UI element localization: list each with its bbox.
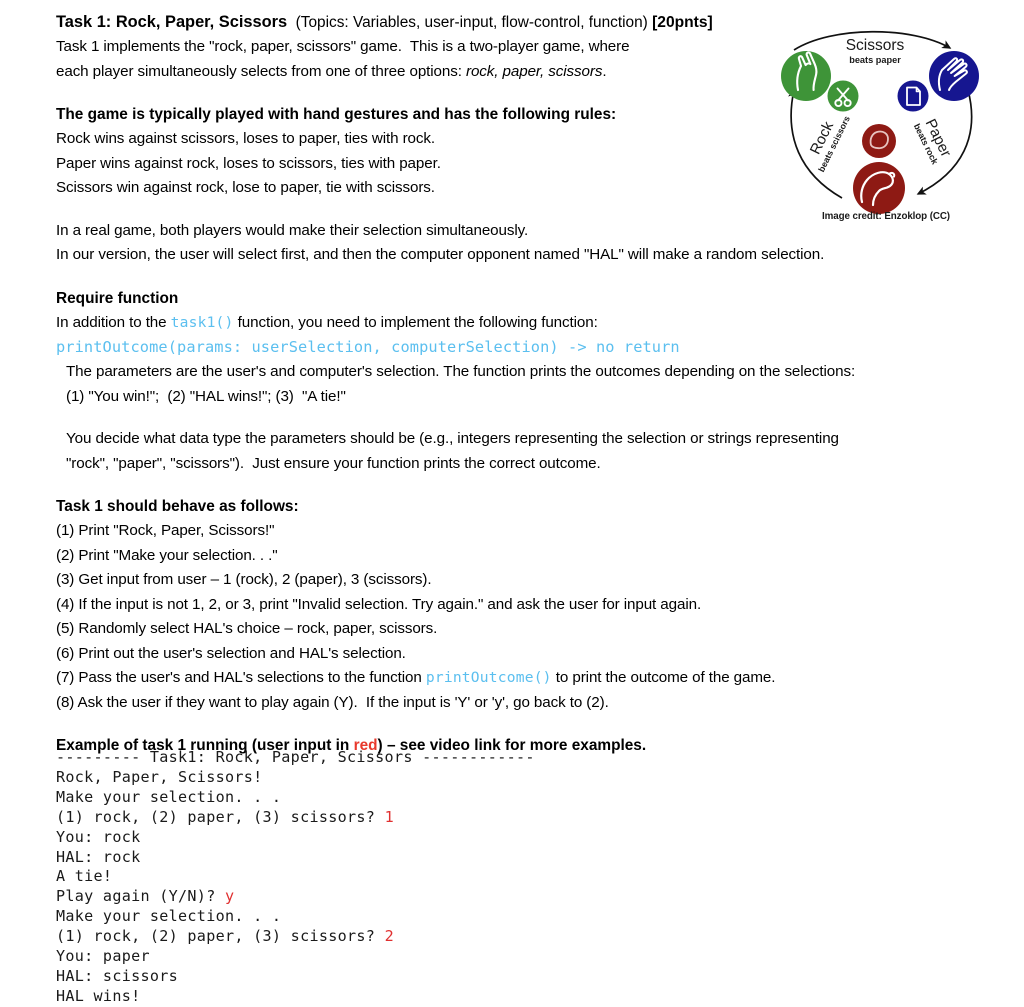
step-7-pre: (7) Pass the user's and HAL's selections… [56, 669, 426, 686]
rock-small-circle [862, 124, 896, 158]
rock-paper-scissors-diagram: Scissors beats paper Rock beats scissors… [772, 28, 1000, 233]
step-7: (7) Pass the user's and HAL's selections… [56, 666, 996, 691]
console-text: HAL wins! [56, 986, 141, 1005]
datatype-note-line-1: You decide what data type the parameters… [66, 430, 839, 447]
console-text: (1) rock, (2) paper, (3) scissors? [56, 927, 385, 946]
console-line: You: rock [56, 828, 656, 848]
console-text: (1) rock, (2) paper, (3) scissors? [56, 807, 385, 826]
console-line: --------- Task1: Rock, Paper, Scissors -… [56, 748, 656, 768]
step-4: (4) If the input is not 1, 2, or 3, prin… [56, 595, 702, 613]
step-5: (5) Randomly select HAL's choice – rock,… [56, 620, 438, 637]
console-line: Play again (Y/N)? y [56, 887, 656, 907]
step-2: (2) Print "Make your selection. . ." [56, 546, 278, 564]
title-main-text: Task 1: Rock, Paper, Scissors [56, 13, 288, 31]
intro-line-2-text: each player simultaneously selects from … [56, 62, 466, 80]
printoutcome-signature: printOutcome(params: userSelection, comp… [56, 338, 680, 356]
console-line: (1) rock, (2) paper, (3) scissors? 1 [56, 808, 656, 828]
require-function-heading: Require function [56, 289, 179, 307]
require-function-line: In addition to the task1() function, you… [56, 311, 996, 336]
console-text: Make your selection. . . [56, 787, 282, 806]
console-text: You: paper [56, 947, 150, 966]
paper-hand-circle [929, 51, 979, 101]
printoutcome-code-inline: printOutcome() [425, 669, 552, 686]
rock-hand-circle [853, 162, 905, 214]
intro-options-tail: . [602, 62, 607, 80]
document-page: Task 1: Rock, Paper, Scissors (Topics: V… [0, 0, 1024, 1005]
console-text: HAL: scissors [56, 966, 179, 985]
behavior-heading: Task 1 should behave as follows: [56, 498, 299, 515]
label-scissors-main: Scissors [846, 37, 905, 54]
console-line: A tie! [56, 867, 656, 887]
paper-sheet-circle [897, 80, 929, 112]
scissors-hand-circle [781, 51, 831, 101]
console-text: You: rock [56, 827, 141, 846]
step-8: (8) Ask the user if they want to play ag… [56, 693, 609, 711]
console-output: --------- Task1: Rock, Paper, Scissors -… [56, 748, 656, 1007]
real-game-line-2: In our version, the user will select fir… [56, 246, 825, 263]
image-credit: Image credit: Enzoklop (CC) [822, 211, 950, 222]
console-line: (1) rock, (2) paper, (3) scissors? 2 [56, 927, 656, 947]
params-description: The parameters are the user's and comput… [66, 363, 856, 380]
console-line: You: paper [56, 947, 656, 967]
console-text: Make your selection. . . [56, 907, 282, 926]
console-line: HAL wins! [56, 987, 656, 1007]
console-user-input: 1 [384, 807, 394, 826]
console-text: HAL: rock [56, 847, 141, 866]
console-text: Play again (Y/N)? [56, 887, 225, 906]
step-3: (3) Get input from user – 1 (rock), 2 (p… [56, 571, 432, 588]
console-text: Rock, Paper, Scissors! [56, 767, 263, 786]
console-line: Make your selection. . . [56, 907, 656, 927]
console-user-input: 2 [384, 927, 394, 946]
step-6: (6) Print out the user's selection and H… [56, 644, 406, 662]
console-user-input: y [224, 887, 235, 906]
require-line-pre: In addition to the [56, 313, 171, 331]
intro-options-italic: rock, paper, scissors [466, 62, 603, 80]
console-line: HAL: scissors [56, 967, 656, 987]
label-scissors-sub: beats paper [849, 55, 901, 65]
datatype-note-line-2: "rock", "paper", "scissors"). Just ensur… [66, 454, 601, 472]
title-topics-text: (Topics: Variables, user-input, flow-con… [287, 14, 653, 31]
step-7-post: to print the outcome of the game. [551, 669, 776, 686]
console-line: Make your selection. . . [56, 788, 656, 808]
console-text: A tie! [56, 867, 113, 886]
require-line-post: function, you need to implement the foll… [233, 313, 598, 331]
console-text: --------- Task1: Rock, Paper, Scissors -… [56, 748, 535, 766]
step-1: (1) Print "Rock, Paper, Scissors!" [56, 522, 275, 539]
scissors-tool-circle [827, 80, 859, 112]
task1-code-inline: task1() [170, 313, 234, 331]
console-line: Rock, Paper, Scissors! [56, 768, 656, 788]
title-points-badge: [20pnts] [652, 14, 713, 31]
outcomes-list: (1) "You win!"; (2) "HAL wins!"; (3) "A … [66, 387, 346, 405]
console-line: HAL: rock [56, 848, 656, 868]
